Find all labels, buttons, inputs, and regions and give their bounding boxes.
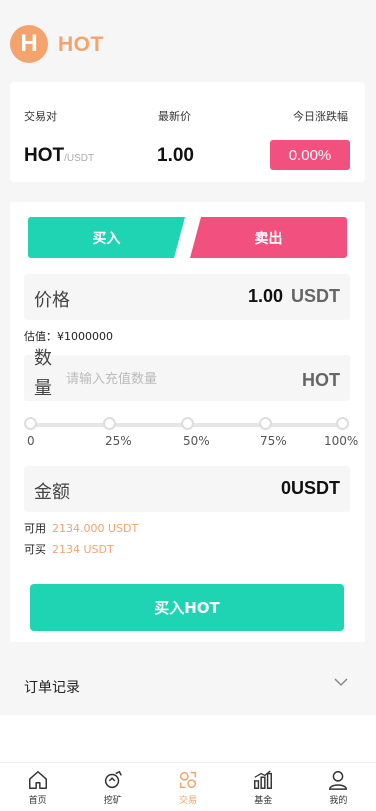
ticker-card: 交易对 最新价 今日涨跌幅 HOT/USDT 1.00 0.00% xyxy=(10,82,365,182)
tab-mining[interactable]: 挖矿 xyxy=(75,763,150,811)
price-field[interactable]: 价格 1.00 USDT xyxy=(24,274,350,320)
amount-field[interactable]: 金额 0USDT xyxy=(24,466,350,512)
slider-stop-25[interactable] xyxy=(103,417,116,430)
tab-trade[interactable]: 交易 xyxy=(150,763,225,811)
tab-home[interactable]: 首页 xyxy=(0,763,75,811)
estimate-value: 估值：¥1000000 xyxy=(24,330,113,343)
trade-panel: 买入 卖出 价格 1.00USDT 估值：¥1000000 数量 HOT 0 2… xyxy=(10,202,365,642)
quantity-label: 数量 xyxy=(34,348,52,399)
buy-submit-button[interactable]: 买入HOT xyxy=(30,584,344,631)
price-unit: USDT xyxy=(291,286,340,306)
chevron-down-icon xyxy=(334,678,348,687)
order-records-label: 订单记录 xyxy=(24,680,80,696)
price-field-label: 价格 xyxy=(34,290,70,311)
tab-label: 首页 xyxy=(28,795,47,806)
change-badge: 0.00% xyxy=(270,140,350,170)
tab-sell[interactable]: 卖出 xyxy=(190,217,347,258)
slider-stop-75[interactable] xyxy=(259,417,272,430)
tab-label: 交易 xyxy=(179,795,198,806)
amount-field-value: 0USDT xyxy=(280,478,340,498)
tab-label: 基金 xyxy=(254,795,273,806)
tab-buy[interactable]: 买入 xyxy=(28,217,185,258)
slider-label: 75% xyxy=(260,434,287,448)
slider-label: 25% xyxy=(105,434,132,448)
app-header: H HOT xyxy=(0,0,376,80)
bottom-tab-bar: 首页 挖矿 交易 基金 我的 xyxy=(0,762,376,811)
content-spacer xyxy=(0,715,376,762)
latest-price: 1.00 xyxy=(157,145,194,166)
pair-label: 交易对 xyxy=(24,110,57,123)
home-icon xyxy=(28,770,47,789)
slider-stop-50[interactable] xyxy=(181,417,194,430)
tab-label: 我的 xyxy=(329,795,348,806)
available-balance: 可用 2134.000 USDT xyxy=(24,522,139,535)
tab-fund[interactable]: 基金 xyxy=(226,763,301,811)
price-label: 最新价 xyxy=(158,110,191,123)
tab-profile[interactable]: 我的 xyxy=(301,763,376,811)
user-icon xyxy=(329,770,348,790)
brand-logo: H xyxy=(10,25,48,63)
fund-chart-icon xyxy=(254,769,273,789)
pair-base: HOT xyxy=(24,145,65,166)
change-label: 今日涨跌幅 xyxy=(293,110,348,123)
mining-icon xyxy=(104,770,122,788)
slider-label: 0 xyxy=(27,434,35,448)
quantity-unit: HOT xyxy=(302,370,340,390)
pair-quote: /USDT xyxy=(64,153,95,164)
order-records[interactable]: 订单记录 xyxy=(0,655,376,715)
tab-label: 挖矿 xyxy=(103,795,122,806)
slider-stop-0[interactable] xyxy=(24,417,37,430)
slider-stop-100[interactable] xyxy=(336,417,349,430)
available-value: 2134.000 USDT xyxy=(52,522,139,535)
brand-name: HOT xyxy=(58,33,104,56)
price-field-value: 1.00 USDT xyxy=(247,286,340,306)
slider-label: 100% xyxy=(324,434,359,448)
trade-icon xyxy=(179,771,197,788)
trading-pair: HOT/USDT xyxy=(24,145,94,167)
buyable-amount: 可买 2134 USDT xyxy=(24,543,114,556)
buyable-value: 2134 USDT xyxy=(52,543,114,556)
slider-label: 50% xyxy=(183,434,210,448)
quantity-input[interactable] xyxy=(66,366,246,392)
amount-field-label: 金额 xyxy=(34,482,70,503)
